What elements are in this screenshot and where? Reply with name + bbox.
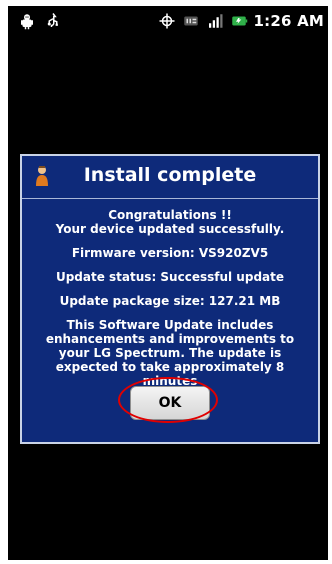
status-bar-left [18,12,62,30]
message-line: Congratulations !! [108,208,232,222]
dialog-title: Install complete [83,164,257,186]
highlight-ring [118,377,218,423]
android-debug-icon [21,14,33,30]
update-status-line: Update status: Successful update [55,270,285,284]
ok-button-wrap: OK [118,377,218,423]
gps-icon [159,13,175,29]
message-line: Your device updated successfully. [55,222,285,236]
firmware-version-line: Firmware version: VS920ZV5 [71,246,269,260]
dialog-content: Congratulations !! Your device updated s… [30,208,310,398]
package-size-line: Update package size: 127.21 MB [59,294,281,308]
dialog-title-divider [22,198,318,199]
status-bar-time: 1:26 AM [253,12,324,30]
phone-screen: 1:26 AM Install complete Congratulations… [8,6,328,560]
signal-bars-icon [208,14,223,28]
battery-charging-icon [231,16,247,26]
install-complete-dialog: Install complete Congratulations !! Your… [20,154,320,444]
dialog-header: Install complete [22,156,318,199]
usb-icon [47,13,58,27]
lte-4g-icon [183,16,198,26]
message-congrats-block: Congratulations !! Your device updated s… [30,208,310,236]
status-bar-right: 1:26 AM [158,12,324,30]
status-bar: 1:26 AM [8,6,328,38]
